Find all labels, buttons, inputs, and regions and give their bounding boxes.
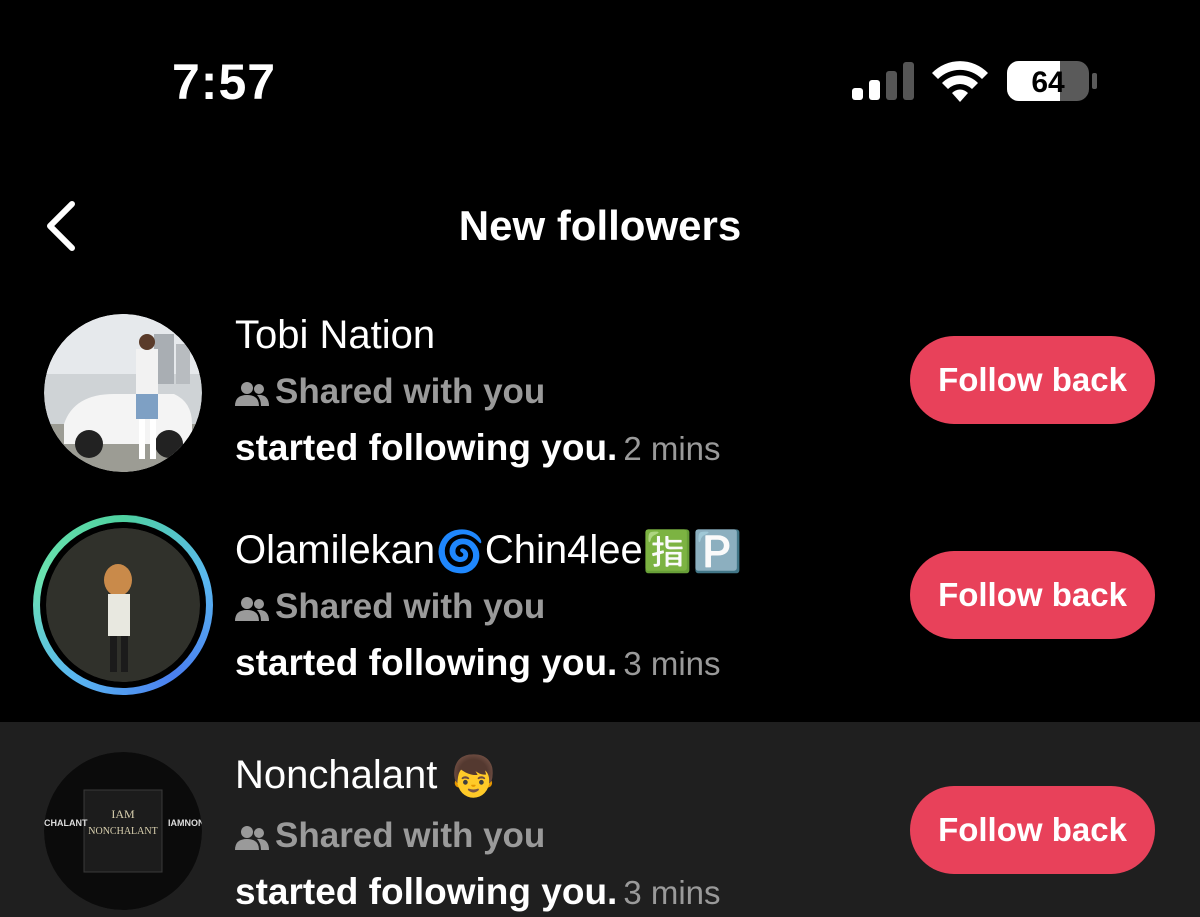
activity-text: started following you. 3 mins [235, 641, 721, 686]
follow-back-button[interactable]: Follow back [910, 786, 1155, 874]
follower-row-olamilekan[interactable]: Olamilekan🌀Chin4lee🈯🅿️ Shared with you s… [0, 505, 1200, 723]
time-ago: 3 mins [623, 874, 721, 911]
status-bar: 7:57 64 [0, 0, 1200, 150]
activity-label: started following you. [235, 642, 618, 683]
follow-back-button[interactable]: Follow back [910, 336, 1155, 424]
avatar-image-tobi [44, 314, 202, 472]
battery-level-text: 64 [1031, 66, 1065, 99]
shared-with-you: Shared with you [235, 372, 545, 412]
wifi-icon [932, 61, 988, 102]
cyclone-emoji: 🌀 [435, 530, 485, 575]
avatar-image-olamilekan [46, 528, 200, 682]
avatar-text-right: IAMNONI [168, 818, 202, 828]
page-header: New followers [0, 180, 1200, 270]
follower-name[interactable]: Tobi Nation [235, 312, 435, 358]
activity-text: started following you. 3 mins [235, 870, 721, 915]
avatar[interactable]: IAM NONCHALANT CHALANT IAMNONI [44, 752, 202, 910]
time-ago: 3 mins [623, 645, 721, 682]
shared-label: Shared with you [275, 587, 546, 626]
people-icon [235, 382, 269, 406]
boy-emoji: 👦 [448, 755, 499, 800]
status-time: 7:57 [172, 54, 277, 110]
follower-name[interactable]: Nonchalant 👦 [235, 752, 498, 800]
japanese-reserved-emoji: 🈯 [642, 530, 693, 575]
avatar-text-nonchalant: NONCHALANT [88, 826, 157, 837]
battery-icon: 64 [1007, 61, 1097, 101]
page-title: New followers [458, 202, 742, 249]
follower-name[interactable]: Olamilekan🌀Chin4lee🈯🅿️ [235, 527, 742, 575]
activity-label: started following you. [235, 427, 618, 468]
shared-with-you: Shared with you [235, 816, 545, 856]
cellular-signal-icon [852, 62, 914, 100]
avatar[interactable] [44, 314, 202, 472]
shared-label: Shared with you [275, 816, 546, 855]
activity-label: started following you. [235, 871, 618, 912]
follower-row-tobi[interactable]: Tobi Nation Shared with you started foll… [0, 290, 1200, 508]
follower-row-nonchalant[interactable]: IAM NONCHALANT CHALANT IAMNONI Nonchalan… [0, 722, 1200, 917]
people-icon [235, 597, 269, 621]
battery-indicator: 64 [1006, 60, 1098, 102]
follow-back-button[interactable]: Follow back [910, 551, 1155, 639]
people-icon [235, 826, 269, 850]
parking-emoji: 🅿️ [692, 530, 743, 575]
avatar-text-left: CHALANT [44, 818, 88, 828]
story-ring[interactable] [33, 515, 213, 695]
shared-with-you: Shared with you [235, 587, 545, 627]
time-ago: 2 mins [623, 430, 721, 467]
shared-label: Shared with you [275, 372, 546, 411]
avatar-text-iam: IAM [111, 807, 135, 821]
avatar-image-nonchalant: IAM NONCHALANT CHALANT IAMNONI [44, 752, 202, 910]
activity-text: started following you. 2 mins [235, 426, 721, 471]
